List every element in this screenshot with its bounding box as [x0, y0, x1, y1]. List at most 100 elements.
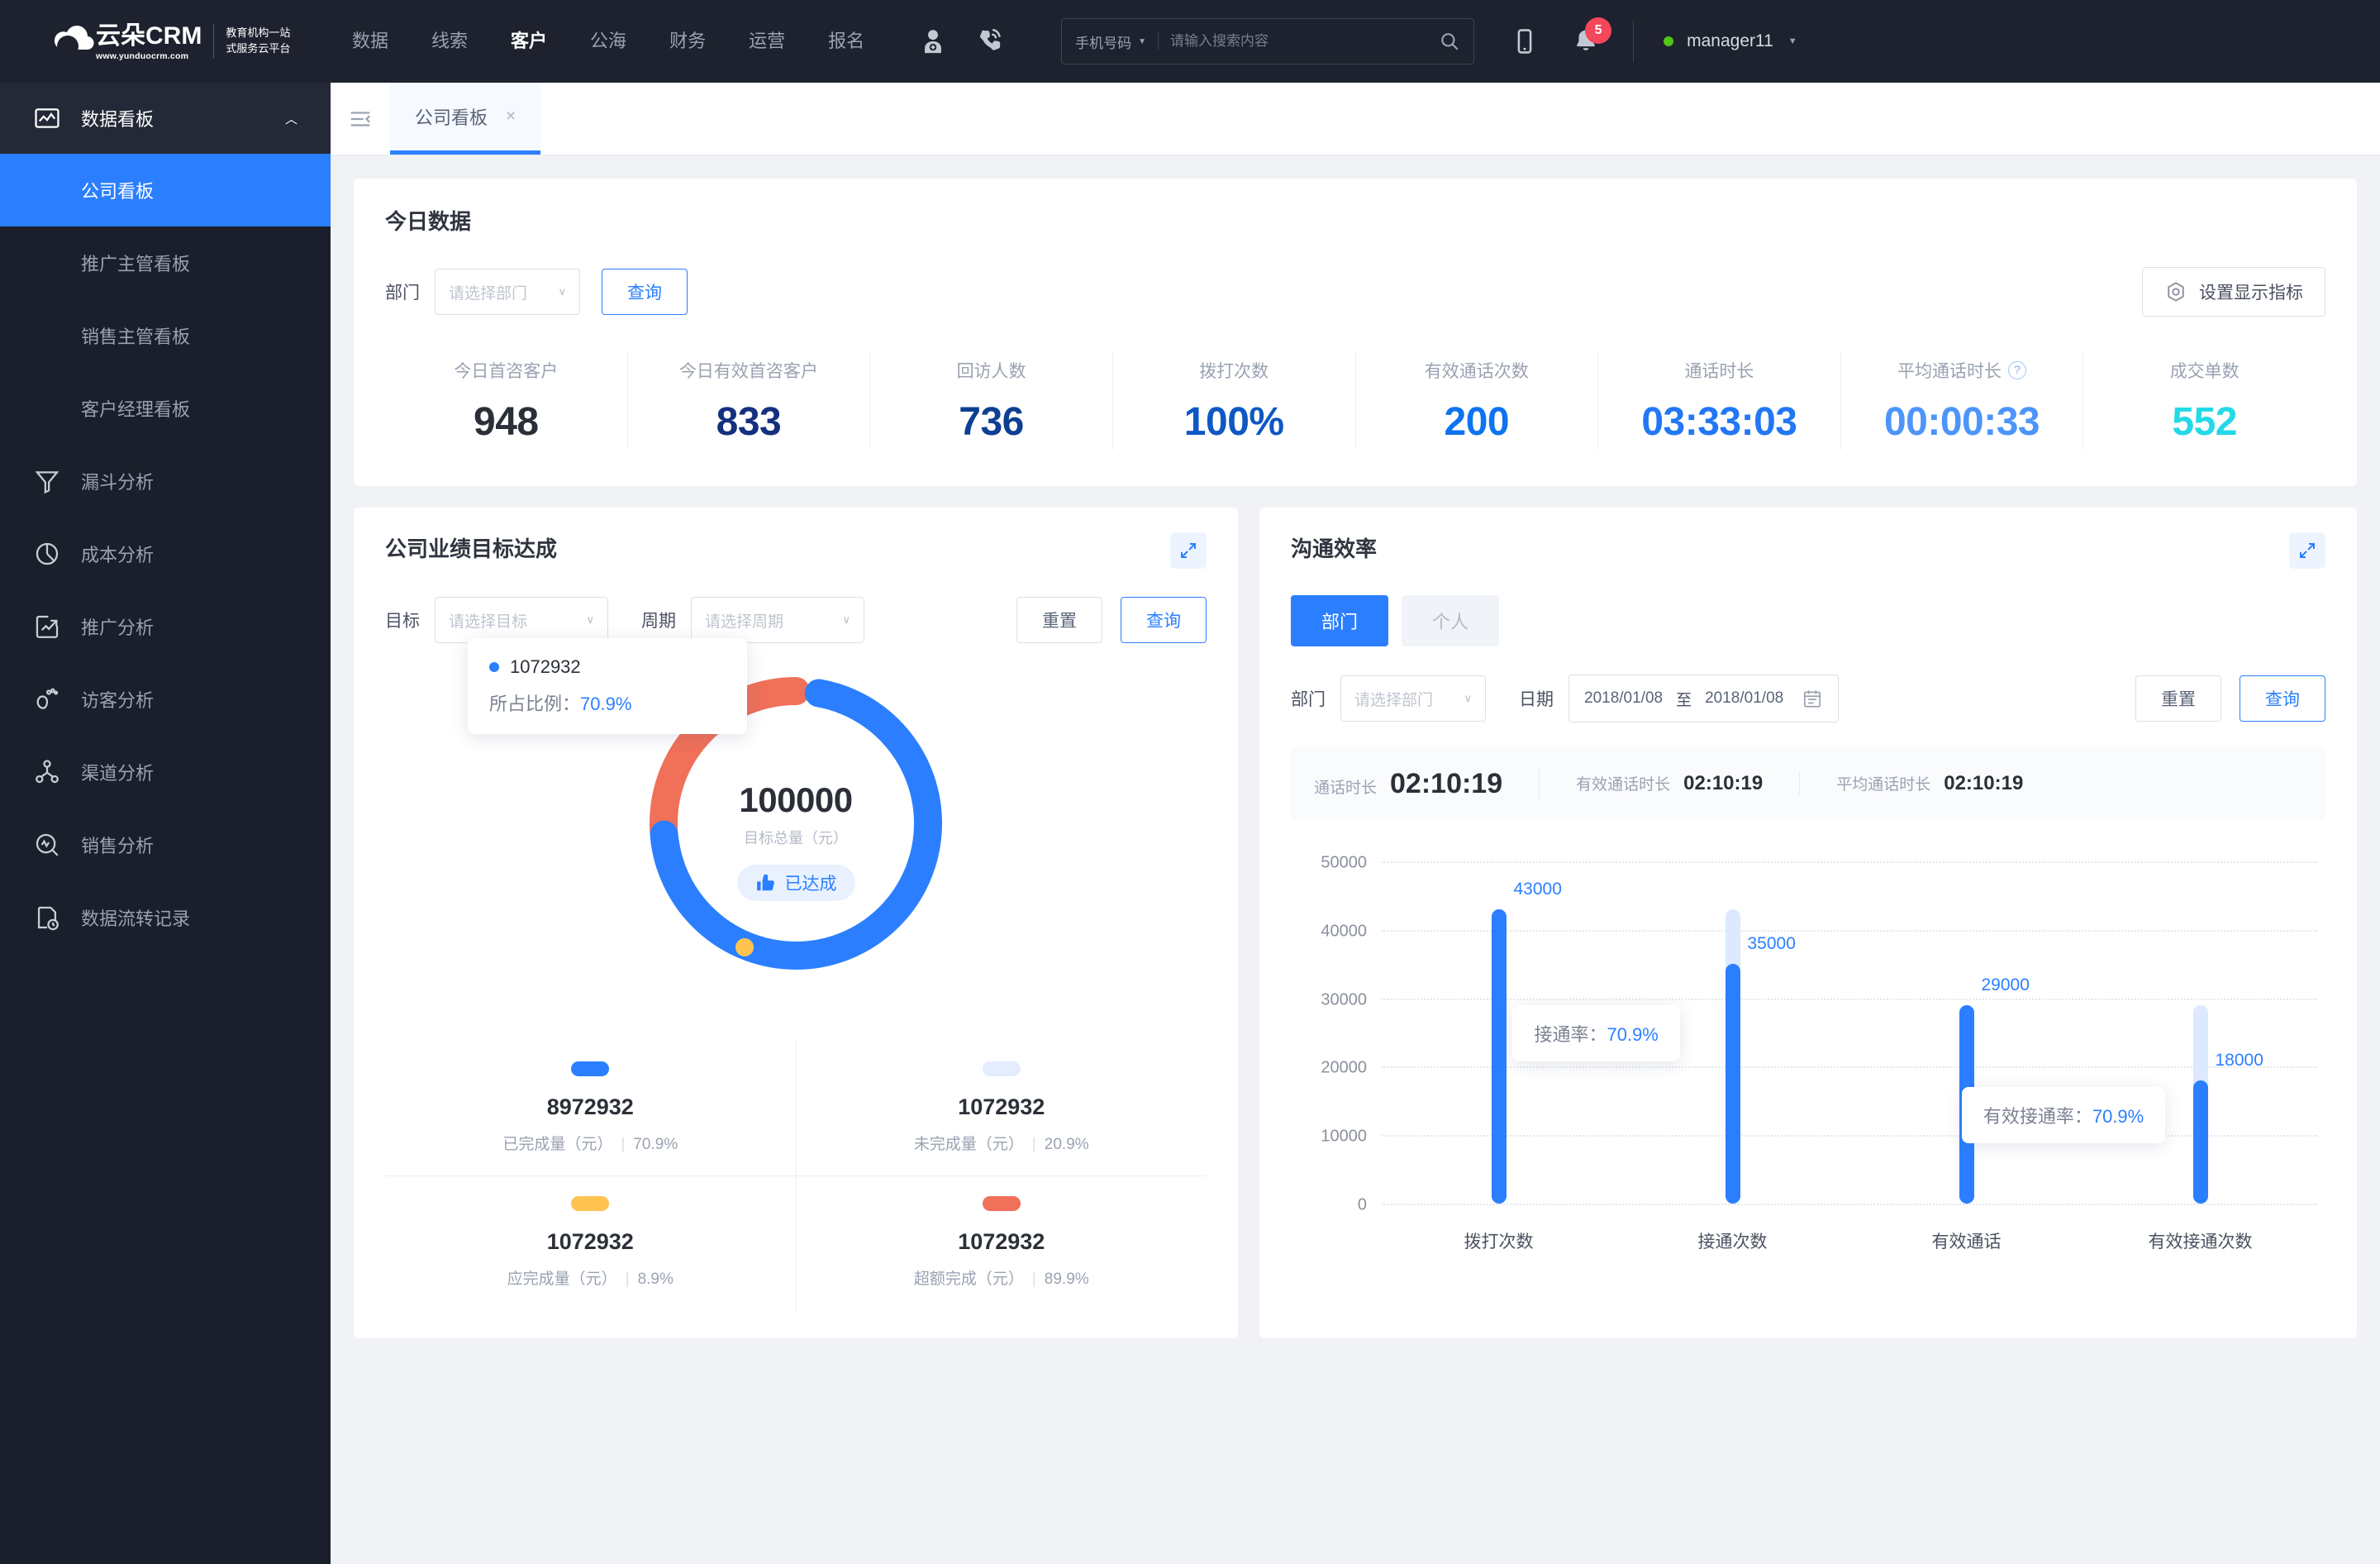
search-input[interactable]	[1170, 33, 1440, 50]
tab-company-board[interactable]: 公司看板 ×	[390, 83, 541, 155]
comm-panel: 沟通效率 部门 个人 部门 请选择部门 ∨ 日期 2018/01/08 至 20…	[1259, 508, 2357, 1338]
tooltip-color-dot	[489, 662, 499, 672]
search-divider	[1158, 32, 1159, 50]
mobile-icon[interactable]	[1511, 27, 1539, 55]
nav-item-customers[interactable]: 客户	[489, 0, 569, 83]
goal-panel: 公司业绩目标达成 目标 请选择目标 ∨ 周期 请选择周期 ∨ 重置 查询 100…	[354, 508, 1238, 1338]
user-menu[interactable]: manager11 ▼	[1664, 31, 1797, 51]
status-badge: 已达成	[736, 865, 855, 901]
search-icon[interactable]	[1439, 31, 1460, 52]
chevron-up-icon[interactable]: ︿	[285, 110, 298, 127]
app-body: 数据看板 ︿ 公司看板 推广主管看板 销售主管看板 客户经理看板 漏斗分析 成本…	[0, 83, 2380, 1564]
sidebar-item-label: 访客分析	[81, 690, 155, 711]
kpi-value: 200	[1444, 400, 1510, 444]
add-user-icon[interactable]	[919, 27, 947, 55]
duration-label: 通话时长	[1314, 779, 1378, 797]
kpi-value: 552	[2172, 400, 2237, 444]
nav-item-public-pool[interactable]: 公海	[569, 0, 648, 83]
sidebar-item-channel-analysis[interactable]: 渠道分析	[0, 736, 331, 808]
phone-call-icon[interactable]	[975, 27, 1003, 55]
goal-select[interactable]: 请选择目标 ∨	[435, 597, 608, 643]
bar-group-valid-call[interactable]: 29000	[1849, 861, 2083, 1204]
kpi-value: 00:00:33	[1883, 400, 2040, 444]
tooltip-value: 1072932	[510, 656, 581, 677]
settings-indicators-button[interactable]: 设置显示指标	[2142, 267, 2325, 317]
nav-item-leads[interactable]: 线索	[410, 0, 489, 83]
comm-query-button[interactable]: 查询	[2240, 675, 2325, 722]
sidebar-item-promo-manager-board[interactable]: 推广主管看板	[0, 226, 331, 299]
status-badge-label: 已达成	[784, 875, 837, 894]
bar-fill	[1725, 964, 1740, 1204]
sidebar-item-funnel-analysis[interactable]: 漏斗分析	[0, 445, 331, 517]
funnel-icon	[33, 467, 61, 495]
sidebar-item-data-flow-record[interactable]: 数据流转记录	[0, 881, 331, 954]
help-icon[interactable]: ?	[2008, 361, 2027, 379]
logo-tagline: 教育机构一站 式服务云平台	[226, 26, 290, 57]
comm-dept-select[interactable]: 请选择部门 ∨	[1340, 675, 1486, 722]
date-to[interactable]: 2018/01/08	[1705, 689, 1783, 708]
period-select[interactable]: 请选择周期 ∨	[691, 597, 864, 643]
sidebar-group-dashboard[interactable]: 数据看板 ︿	[0, 83, 331, 154]
bar-group-valid-connected[interactable]: 18000	[2083, 861, 2317, 1204]
dept-select[interactable]: 请选择部门 ∨	[435, 269, 580, 315]
comm-panel-header: 沟通效率	[1291, 532, 2325, 569]
date-range-picker[interactable]: 2018/01/08 至 2018/01/08	[1568, 675, 1840, 722]
kpi-dial-count: 拨打次数 100%	[1113, 353, 1356, 450]
goal-query-button[interactable]: 查询	[1121, 597, 1207, 643]
comm-reset-button[interactable]: 重置	[2135, 675, 2221, 722]
kpi-value: 03:33:03	[1641, 400, 1797, 444]
sidebar-item-visitor-analysis[interactable]: 访客分析	[0, 663, 331, 736]
kpi-first-consult: 今日首咨客户 948	[385, 353, 628, 450]
donut-total-value: 100000	[739, 780, 853, 819]
nav-item-data[interactable]: 数据	[331, 0, 410, 83]
sidebar-item-account-manager-board[interactable]: 客户经理看板	[0, 372, 331, 445]
today-query-button[interactable]: 查询	[602, 269, 688, 315]
y-tick: 20000	[1321, 1058, 1367, 1077]
legend-caption-text: 已完成量（元）	[502, 1136, 613, 1153]
tab-department[interactable]: 部门	[1291, 595, 1388, 646]
date-from[interactable]: 2018/01/08	[1584, 689, 1663, 708]
sidebar-item-label: 推广分析	[81, 617, 155, 638]
dashboard-icon	[33, 104, 61, 132]
nav-item-enrollment[interactable]: 报名	[807, 0, 886, 83]
logo-mark: 云朵CRM www.yunduocrm.com	[51, 21, 202, 61]
sidebar-item-cost-analysis[interactable]: 成本分析	[0, 517, 331, 590]
sidebar-item-company-board[interactable]: 公司看板	[0, 154, 331, 226]
kpi-label: 通话时长	[1602, 358, 1837, 383]
collapse-menu-icon[interactable]	[331, 83, 390, 155]
global-search[interactable]: 手机号码 ▼	[1061, 18, 1475, 64]
tab-individual[interactable]: 个人	[1402, 595, 1499, 646]
sidebar-item-promotion-analysis[interactable]: 推广分析	[0, 590, 331, 663]
nav-item-finance[interactable]: 财务	[648, 0, 727, 83]
legend-caption-text: 未完成量（元）	[913, 1136, 1024, 1153]
kpi-label: 今日首咨客户	[388, 358, 624, 383]
sidebar-item-sales-manager-board[interactable]: 销售主管看板	[0, 299, 331, 372]
expand-icon[interactable]	[2289, 532, 2325, 569]
kpi-label: 回访人数	[873, 358, 1109, 383]
dashboard-panels: 公司业绩目标达成 目标 请选择目标 ∨ 周期 请选择周期 ∨ 重置 查询 100…	[354, 508, 2357, 1338]
chart-plot-area: 50000 40000 30000 20000 10000 0 43000 35…	[1321, 854, 2317, 1214]
goal-panel-header: 公司业绩目标达成	[385, 532, 1207, 569]
bell-icon[interactable]: 5	[1572, 17, 1612, 55]
goal-reset-button[interactable]: 重置	[1016, 597, 1102, 643]
app-logo[interactable]: 云朵CRM www.yunduocrm.com 教育机构一站 式服务云平台	[0, 21, 331, 61]
tab-strip: 公司看板 ×	[331, 83, 2380, 155]
bar-value-label: 35000	[1747, 934, 1796, 954]
calendar-icon[interactable]	[1802, 688, 1823, 709]
close-icon[interactable]: ×	[506, 107, 516, 126]
legend-row: 1072932 应完成量（元） | 8.9% 1072932 超额完成（元） | 89.…	[385, 1176, 1207, 1310]
nav-item-operations[interactable]: 运营	[727, 0, 807, 83]
analytics-search-icon	[33, 831, 61, 859]
bar-value-label: 18000	[2215, 1050, 2263, 1070]
header-divider	[1633, 21, 1635, 62]
chevron-down-icon: ∨	[586, 613, 594, 626]
sidebar-item-label: 推广主管看板	[81, 254, 191, 274]
chart-tooltip-value: 70.9%	[1606, 1023, 1659, 1045]
duration-label: 有效通话时长	[1576, 776, 1671, 794]
expand-icon[interactable]	[1170, 532, 1207, 569]
page-title: 今日数据	[385, 209, 472, 234]
search-type-select[interactable]: 手机号码 ▼	[1075, 31, 1146, 52]
sidebar-item-sales-analysis[interactable]: 销售分析	[0, 808, 331, 881]
main-content: 公司看板 × 今日数据 部门 请选择部门 ∨ 查询 设置显示指标 今日首咨客户 …	[331, 83, 2380, 1564]
x-tick: 有效接通次数	[2148, 1233, 2253, 1252]
